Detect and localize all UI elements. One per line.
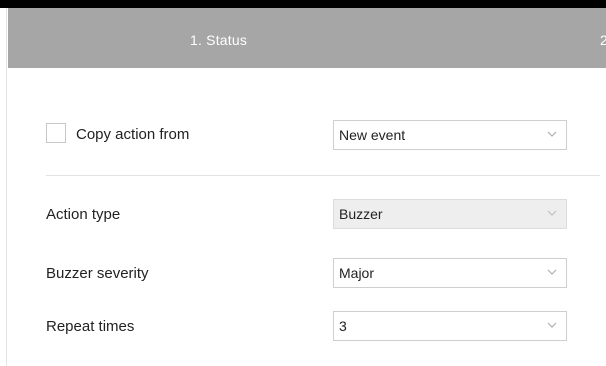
chevron-down-icon (547, 130, 557, 138)
step-tab-status[interactable]: 1. Status (190, 32, 247, 48)
copy-action-label: Copy action from (76, 126, 190, 143)
chevron-down-icon (547, 321, 557, 329)
top-border (0, 0, 606, 8)
repeat-times-select[interactable]: 3 (333, 311, 567, 341)
buzzer-severity-select[interactable]: Major (333, 258, 567, 288)
chevron-down-icon (547, 209, 557, 217)
copy-action-checkbox[interactable] (46, 123, 66, 143)
section-divider (46, 175, 600, 176)
repeat-times-label: Repeat times (46, 318, 135, 335)
wizard-steps-bar: 1. Status 2 (8, 8, 606, 68)
chevron-down-icon (547, 268, 557, 276)
action-type-label: Action type (46, 206, 121, 223)
buzzer-severity-value: Major (339, 265, 375, 281)
action-type-select: Buzzer (333, 199, 567, 229)
left-border (0, 8, 7, 366)
action-type-value: Buzzer (339, 206, 383, 222)
copy-action-value: New event (339, 127, 406, 143)
buzzer-severity-label: Buzzer severity (46, 265, 149, 282)
step-tab-2[interactable]: 2 (600, 32, 606, 48)
copy-action-select[interactable]: New event (333, 120, 567, 150)
repeat-times-value: 3 (339, 318, 347, 334)
